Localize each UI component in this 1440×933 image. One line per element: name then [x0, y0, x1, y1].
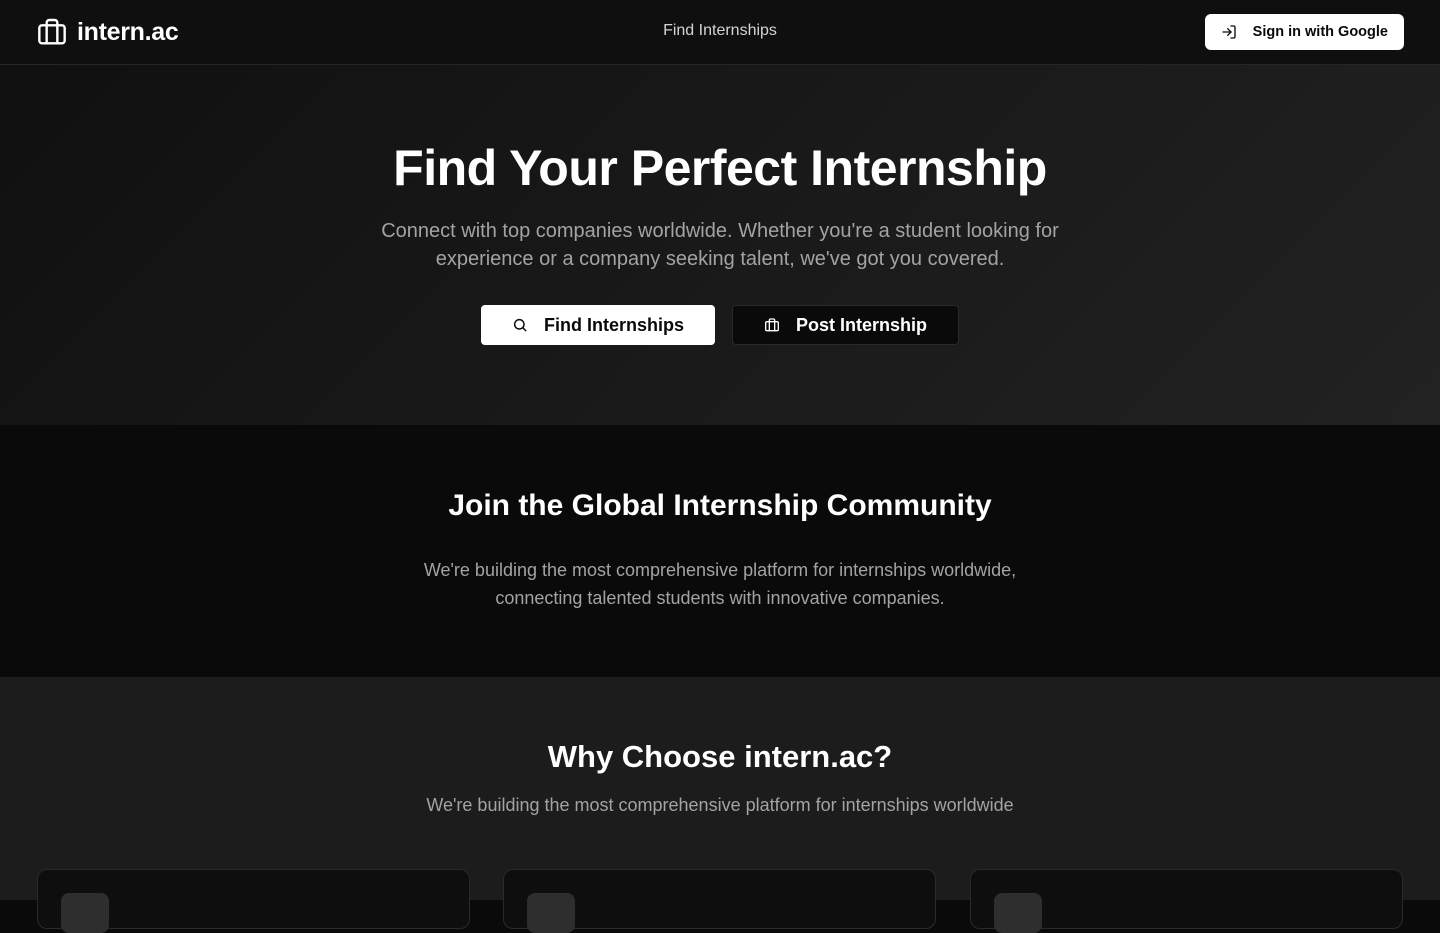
brand-name: intern.ac: [77, 17, 179, 46]
find-internships-button[interactable]: Find Internships: [481, 305, 715, 345]
sign-in-label: Sign in with Google: [1252, 24, 1388, 40]
hero-title: Find Your Perfect Internship: [393, 140, 1047, 196]
why-choose-subtitle: We're building the most comprehensive pl…: [426, 795, 1014, 815]
briefcase-icon: [36, 16, 68, 48]
post-internship-button[interactable]: Post Internship: [732, 305, 959, 345]
feature-card: [503, 869, 936, 933]
why-choose-title: Why Choose intern.ac?: [547, 739, 893, 774]
feature-card: [970, 869, 1403, 933]
feature-card: [37, 869, 470, 933]
brand-logo[interactable]: intern.ac: [36, 16, 179, 48]
top-navbar: intern.ac Find Internships Sign in with …: [0, 0, 1440, 65]
hero-section: Find Your Perfect Internship Connect wit…: [0, 65, 1440, 425]
briefcase-icon: [764, 317, 780, 333]
community-title: Join the Global Internship Community: [448, 489, 992, 522]
search-icon: [512, 317, 528, 333]
community-subtitle: We're building the most comprehensive pl…: [423, 560, 1017, 608]
hero-subtitle: Connect with top companies worldwide. Wh…: [381, 220, 1059, 270]
hero-actions: Find Internships Post Internship: [0, 305, 1440, 345]
community-section: Join the Global Internship Community We'…: [0, 425, 1440, 677]
feature-card-icon: [61, 893, 109, 933]
sign-in-with-google-button[interactable]: Sign in with Google: [1204, 14, 1404, 50]
feature-card-icon: [527, 893, 575, 933]
post-internship-label: Post Internship: [795, 314, 927, 335]
nav-find-internships-link[interactable]: Find Internships: [663, 22, 777, 40]
feature-card-icon: [994, 893, 1042, 933]
find-internships-label: Find Internships: [543, 314, 684, 335]
log-in-icon: [1221, 24, 1237, 40]
why-choose-section: Why Choose intern.ac? We're building the…: [0, 677, 1440, 933]
